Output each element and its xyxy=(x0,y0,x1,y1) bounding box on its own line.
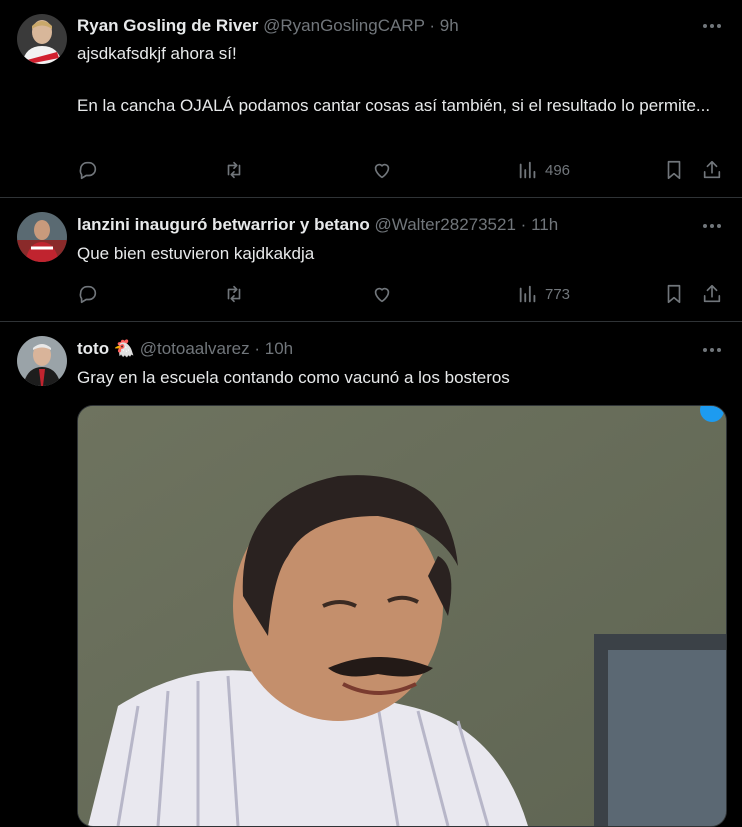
more-horizontal-icon xyxy=(703,224,721,228)
timestamp[interactable]: 9h xyxy=(440,16,459,35)
views-count: 496 xyxy=(545,161,571,179)
heart-icon xyxy=(374,163,390,179)
more-options-button[interactable] xyxy=(700,14,724,38)
separator-dot: · xyxy=(520,215,527,234)
more-options-button[interactable] xyxy=(700,338,724,362)
bookmark-button[interactable] xyxy=(663,158,685,182)
more-horizontal-icon xyxy=(703,24,721,28)
reply-icon xyxy=(79,161,97,180)
like-button[interactable] xyxy=(371,158,393,182)
display-name[interactable]: lanzini inauguró betwarrior y betano xyxy=(77,215,370,234)
views-chart-icon xyxy=(519,161,536,179)
username-handle[interactable]: @totoaalvarez xyxy=(140,339,250,358)
tweet-2-header: lanzini inauguró betwarrior y betano @Wa… xyxy=(77,214,558,236)
tweet-3-text: Gray en la escuela contando como vacunó … xyxy=(77,365,717,391)
views-count: 773 xyxy=(545,285,571,303)
separator-dot: · xyxy=(429,16,436,35)
avatar-toto[interactable] xyxy=(17,336,67,386)
display-name[interactable]: Ryan Gosling de River xyxy=(77,16,258,35)
tweet-video[interactable] xyxy=(77,405,727,827)
tweet-1-actions: 496 xyxy=(77,158,727,182)
like-button[interactable] xyxy=(371,282,393,306)
tweet-text-line: ajsdkafsdkjf ahora sí! xyxy=(77,44,237,63)
more-horizontal-icon xyxy=(703,348,721,352)
tweet-1[interactable]: Ryan Gosling de River @RyanGoslingCARP ·… xyxy=(0,0,742,197)
heart-icon xyxy=(374,287,390,303)
retweet-icon xyxy=(227,285,241,303)
share-button[interactable] xyxy=(701,158,723,182)
chicken-emoji: 🐔 xyxy=(113,339,135,358)
tweet-1-text: ajsdkafsdkjf ahora sí! En la cancha OJAL… xyxy=(77,41,717,119)
views-chart-icon xyxy=(519,285,536,303)
bookmark-icon xyxy=(667,160,681,180)
tweet-3-header: toto 🐔 @totoaalvarez · 10h xyxy=(77,338,293,360)
timestamp[interactable]: 11h xyxy=(531,215,558,234)
tweet-text-line: Que bien estuvieron kajdkakdja xyxy=(77,244,315,263)
retweet-button[interactable] xyxy=(223,158,245,182)
tweet-1-header: Ryan Gosling de River @RyanGoslingCARP ·… xyxy=(77,15,459,37)
timestamp[interactable]: 10h xyxy=(265,339,293,358)
share-icon xyxy=(703,284,721,303)
bookmark-button[interactable] xyxy=(663,282,685,306)
reply-icon xyxy=(79,285,97,304)
username-handle[interactable]: @RyanGoslingCARP xyxy=(263,16,425,35)
avatar-ryan[interactable] xyxy=(17,14,67,64)
avatar-lanzini[interactable] xyxy=(17,212,67,262)
video-frame xyxy=(78,406,726,826)
tweet-2-actions: 773 xyxy=(77,282,727,306)
tweet-2[interactable]: lanzini inauguró betwarrior y betano @Wa… xyxy=(0,198,742,321)
separator-dot: · xyxy=(254,339,261,358)
bookmark-icon xyxy=(667,284,681,304)
retweet-button[interactable] xyxy=(223,282,245,306)
tweet-text-line: Gray en la escuela contando como vacunó … xyxy=(77,368,510,387)
reply-button[interactable] xyxy=(77,158,99,182)
retweet-icon xyxy=(227,161,241,179)
display-name[interactable]: toto xyxy=(77,339,109,358)
username-handle[interactable]: @Walter28273521 xyxy=(375,215,516,234)
reply-button[interactable] xyxy=(77,282,99,306)
tweet-2-text: Que bien estuvieron kajdkakdja xyxy=(77,241,717,267)
share-icon xyxy=(703,160,721,179)
share-button[interactable] xyxy=(701,282,723,306)
views-button[interactable]: 773 xyxy=(517,282,570,306)
more-options-button[interactable] xyxy=(700,214,724,238)
tweet-text-line: En la cancha OJALÁ podamos cantar cosas … xyxy=(77,96,711,115)
views-button[interactable]: 496 xyxy=(517,158,570,182)
